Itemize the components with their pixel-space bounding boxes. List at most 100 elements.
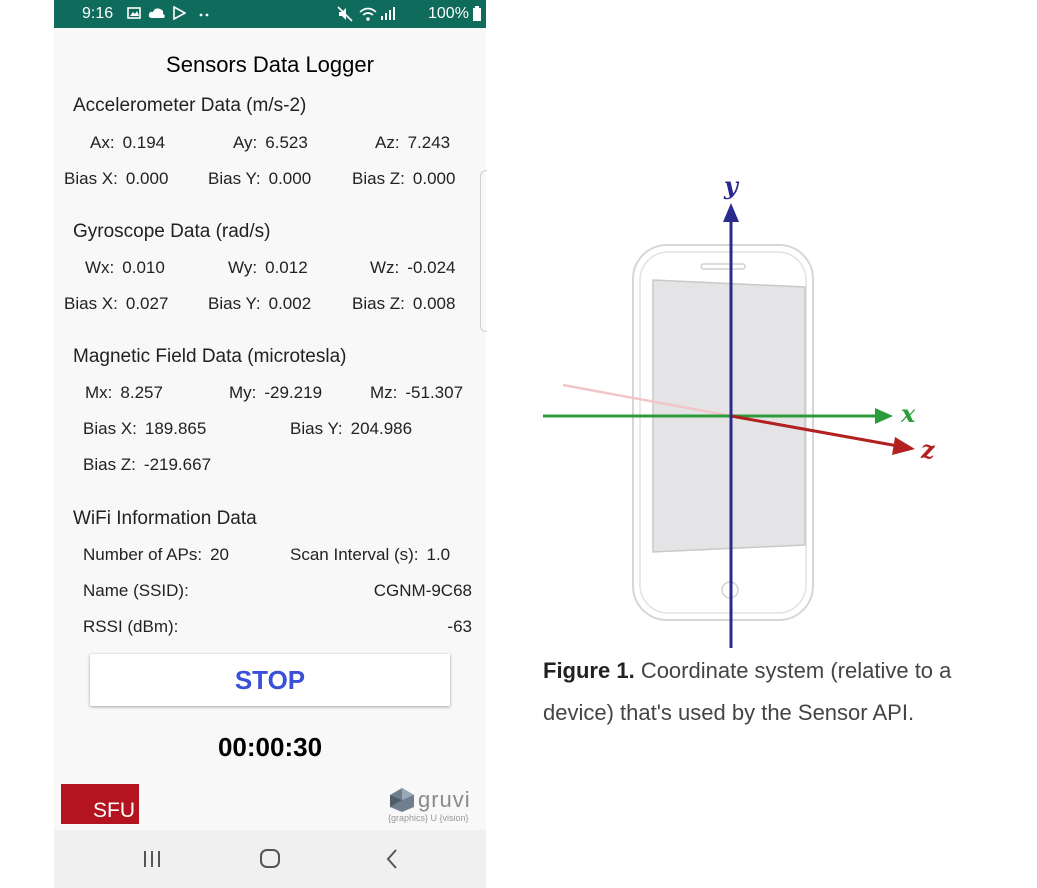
gyro-wx: Wx: 0.010 [85,258,165,278]
app-title: Sensors Data Logger [166,52,374,77]
gyro-wy: Wy: 0.012 [228,258,308,278]
phone-outline [632,244,814,621]
gyro-wy-value: 0.012 [265,258,308,277]
accel-ax-value: 0.194 [122,133,166,152]
more-dots-icon [199,13,209,17]
accel-ay: Ay: 6.523 [233,133,308,153]
wifi-num-aps-value: 20 [210,545,229,564]
wifi-ssid-value: CGNM-9C68 [373,581,472,600]
accel-bias-y: Bias Y: 0.000 [208,169,311,189]
mute-icon [337,6,353,22]
wifi-scan-interval-label: Scan Interval (s): [290,545,419,564]
mag-bias-y-label: Bias Y: [290,419,343,438]
gyro-bias-z: Bias Z: 0.008 [352,294,455,314]
gyro-bias-x: Bias X: 0.027 [64,294,168,314]
x-axis-label: x [900,399,916,428]
mag-mz-label: Mz: [370,383,398,402]
gyro-bias-z-label: Bias Z: [352,294,405,313]
wifi-num-aps: Number of APs: 20 [83,545,229,565]
gyro-wz-label: Wz: [370,258,400,277]
accel-bias-x-value: 0.000 [125,169,169,188]
gyro-bias-y: Bias Y: 0.002 [208,294,311,314]
battery-percent: 100% [428,5,469,22]
wifi-scan-interval-value: 1.0 [426,545,451,564]
wifi-heading: WiFi Information Data [73,508,257,529]
back-icon[interactable] [372,844,412,874]
wifi-num-aps-label: Number of APs: [83,545,203,564]
sfu-logo: SFU [61,784,139,824]
accel-az: Az: 7.243 [375,133,450,153]
mag-mz-value: -51.307 [405,383,464,402]
figure-caption: Figure 1. Coordinate system (relative to… [543,650,1013,734]
accel-az-label: Az: [375,133,400,152]
gyro-bias-x-value: 0.027 [125,294,169,313]
z-axis-label: z [920,435,936,464]
accel-bias-x-label: Bias X: [64,169,118,188]
gyro-bias-y-value: 0.002 [268,294,312,313]
mag-bias-z-value: -219.667 [143,455,212,474]
mag-bias-y-value: 204.986 [350,419,413,438]
accel-bias-z-label: Bias Z: [352,169,405,188]
mag-mx: Mx: 8.257 [85,383,163,403]
mag-bias-z: Bias Z: -219.667 [83,455,211,475]
gruvi-logo-subtitle: {graphics} U {vision} [388,813,469,823]
gyro-bias-y-label: Bias Y: [208,294,261,313]
accelerometer-heading: Accelerometer Data (m/s-2) [73,95,307,116]
gyro-bias-z-value: 0.008 [412,294,456,313]
mag-my-value: -29.219 [264,383,323,402]
mag-bias-x-label: Bias X: [83,419,137,438]
wifi-ssid-label: Name (SSID): [83,581,189,600]
elapsed-timer: 00:00:30 [217,732,323,762]
wifi-rssi-label: RSSI (dBm): [83,617,179,636]
mag-bias-x-value: 189.865 [144,419,207,438]
y-axis-label: y [723,171,740,200]
accel-ay-value: 6.523 [265,133,308,152]
stop-button[interactable]: STOP [90,654,450,706]
accel-bias-x: Bias X: 0.000 [64,169,168,189]
battery-icon [473,6,481,21]
accel-ay-label: Ay: [233,133,258,152]
mag-my-label: My: [229,383,257,402]
play-store-icon [173,6,186,20]
gruvi-logo-text: gruvi [418,787,471,812]
accel-bias-y-value: 0.000 [268,169,312,188]
wifi-scan-interval: Scan Interval (s): 1.0 [290,545,450,565]
sfu-logo-text: SFU [93,799,135,822]
scroll-handle[interactable] [480,170,487,332]
mag-bias-y: Bias Y: 204.986 [290,419,412,439]
gyro-bias-x-label: Bias X: [64,294,118,313]
phone-screen: 9:16 100% Sensors Data Logger Accelerome… [54,0,487,888]
cloud-icon [148,8,165,18]
gyro-wx-label: Wx: [85,258,115,277]
status-time: 9:16 [82,5,114,22]
status-bar: 9:16 100% [54,0,486,28]
home-icon[interactable] [250,844,290,874]
gyro-wz: Wz: -0.024 [370,258,455,278]
gyroscope-heading: Gyroscope Data (rad/s) [73,221,271,242]
mag-mz: Mz: -51.307 [370,383,463,403]
accel-ax: Ax: 0.194 [90,133,165,153]
wifi-rssi-value: -63 [447,617,472,636]
figure-caption-label: Figure 1. [543,658,635,683]
mag-bias-z-label: Bias Z: [83,455,136,474]
navigation-bar [54,830,486,888]
gallery-icon [127,7,141,19]
coordinate-system-figure: x z y [543,171,936,648]
gyro-wz-value: -0.024 [407,258,456,277]
accel-az-value: 7.243 [407,133,451,152]
wifi-icon [359,7,377,21]
recent-apps-icon[interactable] [132,844,172,874]
gyro-wy-label: Wy: [228,258,258,277]
accel-bias-z-value: 0.000 [412,169,456,188]
accel-bias-y-label: Bias Y: [208,169,261,188]
mag-mx-label: Mx: [85,383,113,402]
gruvi-logo: gruvi {graphics} U {vision} [388,787,480,827]
gruvi-emblem-icon [390,788,414,812]
accel-ax-label: Ax: [90,133,115,152]
mag-my: My: -29.219 [229,383,322,403]
mag-mx-value: 8.257 [120,383,163,402]
signal-icon [381,7,395,20]
accel-bias-z: Bias Z: 0.000 [352,169,455,189]
magnetic-heading: Magnetic Field Data (microtesla) [73,346,347,367]
gyro-wx-value: 0.010 [122,258,165,277]
